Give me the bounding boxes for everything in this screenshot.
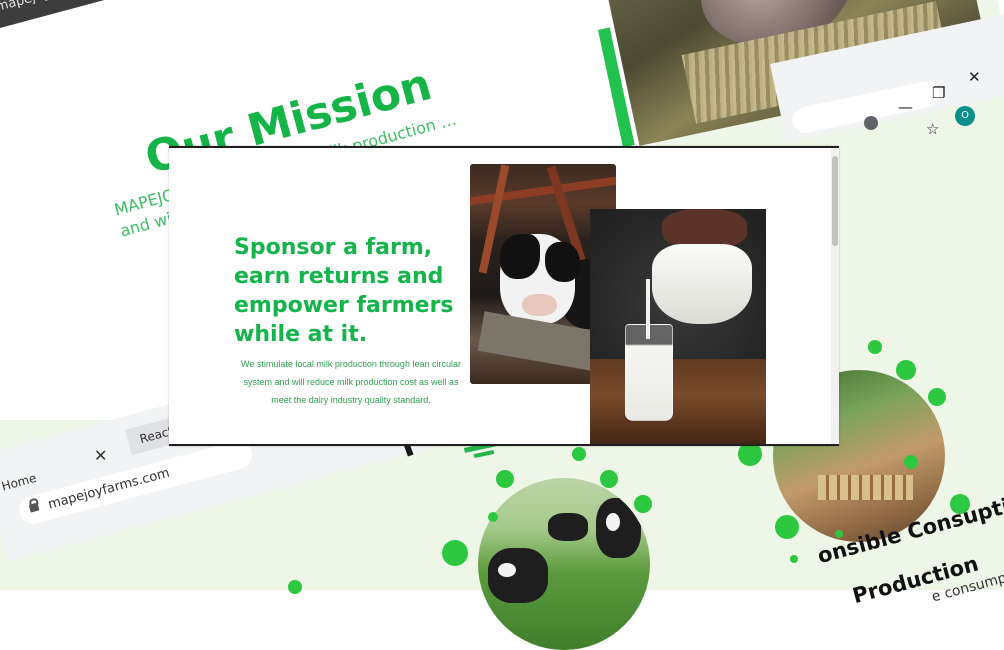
decor-dot (442, 540, 468, 566)
decor-dot (600, 470, 618, 488)
cow-muzzle (522, 294, 557, 316)
decor-dot (572, 447, 586, 461)
cow-patch (545, 242, 580, 282)
close-icon[interactable]: ✕ (968, 68, 981, 86)
barn-beam (470, 173, 616, 207)
minimize-icon[interactable]: — (898, 98, 913, 116)
milk-jug (652, 244, 752, 324)
hero-body: We stimulate local milk production throu… (241, 359, 461, 405)
scrollbar[interactable] (831, 148, 839, 444)
tab-close-icon[interactable]: ✕ (94, 446, 107, 465)
restore-icon[interactable]: ❐ (932, 84, 945, 102)
decor-dot (790, 555, 798, 563)
decor-dot (896, 360, 916, 380)
cow-patch (500, 234, 540, 279)
profile-avatar-icon[interactable]: O (955, 106, 975, 126)
cow-spot (606, 513, 620, 531)
star-icon[interactable]: ☆ (926, 120, 939, 138)
decor-dot (775, 515, 799, 539)
jars (818, 475, 913, 500)
decor-dot (868, 340, 882, 354)
lock-icon (28, 502, 40, 513)
decor-dot (288, 580, 302, 594)
milk-pour-photo (590, 209, 766, 444)
hand (662, 209, 747, 249)
cow-spot (498, 563, 516, 577)
hero-headline: Sponsor a farm, earn returns and empower… (234, 235, 454, 347)
cow-shape (548, 513, 588, 541)
decor-dot (496, 470, 514, 488)
decor-dot (634, 495, 652, 513)
decor-dot (904, 455, 918, 469)
scroll-thumb[interactable] (832, 156, 838, 246)
cow-shape (488, 548, 548, 603)
wooden-table (590, 359, 766, 444)
milk-glass (625, 324, 673, 421)
decor-dot (488, 512, 498, 522)
navigate-icon[interactable] (864, 116, 878, 130)
decor-dot (928, 388, 946, 406)
front-page-window: Sponsor a farm, earn returns and empower… (169, 146, 839, 446)
cows-pasture-photo (478, 478, 650, 650)
